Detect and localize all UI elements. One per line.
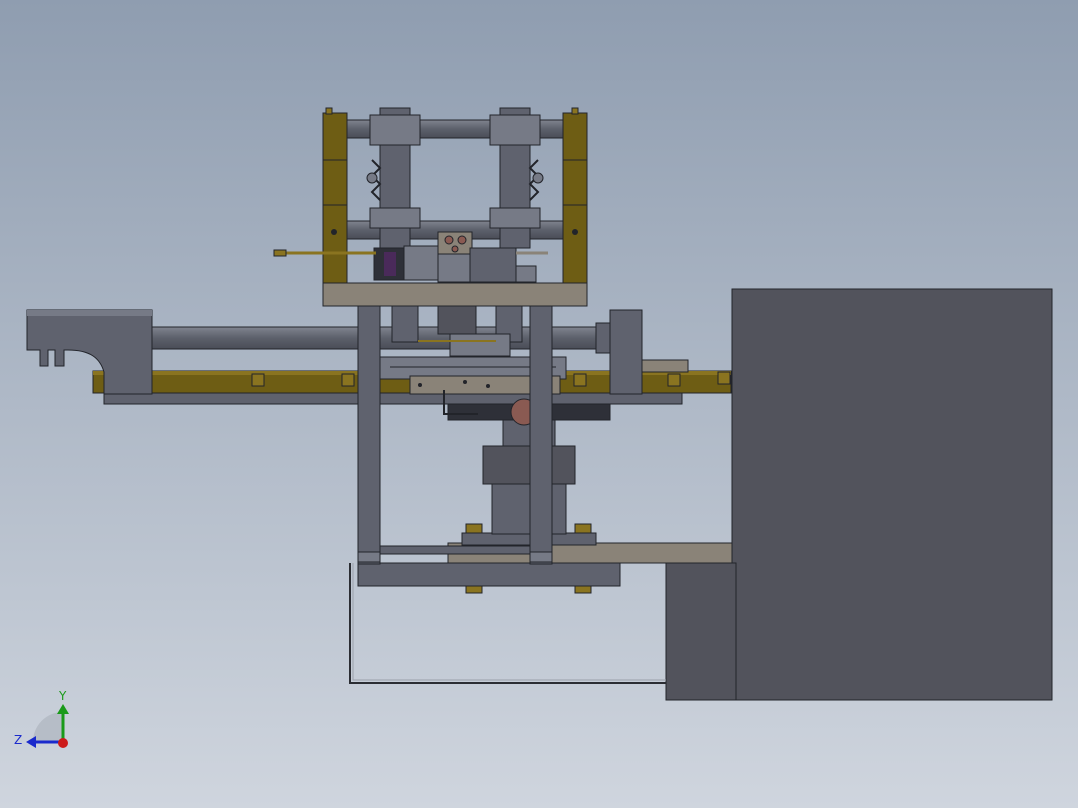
right-shaft-block[interactable] bbox=[609, 309, 643, 395]
upper-base-plate[interactable] bbox=[322, 282, 588, 307]
triad-origin bbox=[58, 738, 68, 748]
cad-viewport[interactable]: Y Z bbox=[0, 0, 1078, 808]
cad-canvas[interactable]: Y Z bbox=[0, 0, 1078, 808]
triad-z-label: Z bbox=[14, 733, 22, 747]
triad-y-label: Y bbox=[58, 689, 67, 703]
